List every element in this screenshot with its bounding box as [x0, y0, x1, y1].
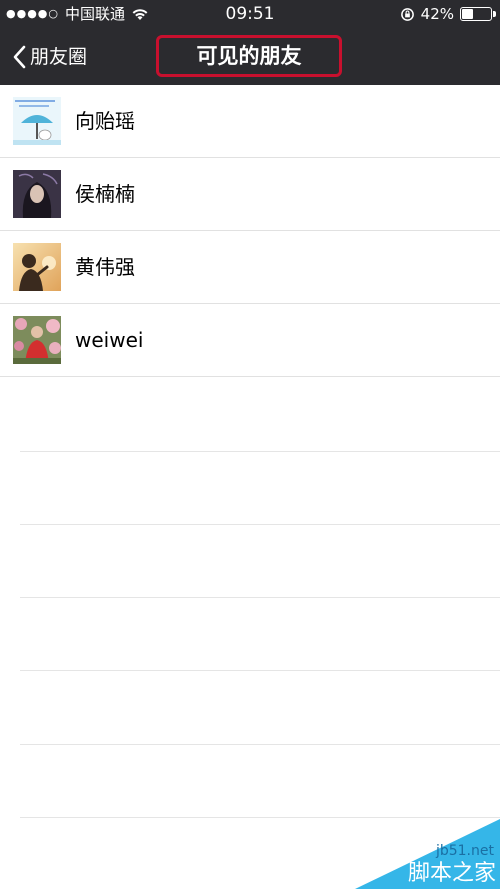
- status-bar: ●●●●○ 中国联通 09:51 42%: [0, 0, 500, 30]
- carrier-name: 中国联通: [65, 5, 126, 23]
- friends-list: 向贻瑶 侯楠楠 黄伟强 weiwei: [0, 85, 500, 377]
- wifi-icon: [132, 9, 148, 20]
- flowers-person-avatar: [13, 316, 61, 364]
- empty-row-separator: [20, 451, 500, 452]
- friend-name: 黄伟强: [75, 255, 135, 279]
- empty-row-separator: [20, 817, 500, 818]
- signal-strength-icon: ●●●●○: [6, 7, 59, 20]
- page-title: 可见的朋友: [196, 44, 302, 68]
- dark-portrait-avatar: [13, 170, 61, 218]
- back-button[interactable]: 朋友圈: [12, 42, 87, 72]
- friend-name: 向贻瑶: [75, 109, 135, 133]
- friend-name: 侯楠楠: [75, 182, 135, 206]
- navigation-bar: 朋友圈 可见的朋友: [0, 30, 500, 85]
- rotation-lock-icon: [400, 7, 414, 21]
- title-highlight-box: 可见的朋友: [156, 35, 342, 77]
- cartoon-umbrella-avatar: [13, 97, 61, 145]
- sunset-silhouette-avatar: [13, 243, 61, 291]
- site-watermark: jb51.net 脚本之家: [355, 819, 500, 889]
- battery-icon: [460, 7, 496, 21]
- back-button-label: 朋友圈: [30, 46, 88, 68]
- friend-row[interactable]: 侯楠楠: [0, 158, 500, 231]
- friend-row[interactable]: 黄伟强: [0, 231, 500, 304]
- friend-name: weiwei: [75, 328, 144, 352]
- watermark-brand: 脚本之家: [407, 861, 496, 886]
- friend-row[interactable]: 向贻瑶: [0, 85, 500, 158]
- status-right: 42%: [400, 5, 496, 23]
- friend-row[interactable]: weiwei: [0, 304, 500, 377]
- battery-fill: [462, 9, 473, 19]
- empty-row-separator: [20, 524, 500, 525]
- battery-nub: [493, 11, 496, 17]
- empty-row-separator: [20, 744, 500, 745]
- battery-percent: 42%: [420, 5, 454, 23]
- empty-row-separator: [20, 670, 500, 671]
- chevron-left-icon: [13, 45, 26, 69]
- empty-row-separator: [20, 597, 500, 598]
- status-left: ●●●●○ 中国联通: [6, 5, 149, 23]
